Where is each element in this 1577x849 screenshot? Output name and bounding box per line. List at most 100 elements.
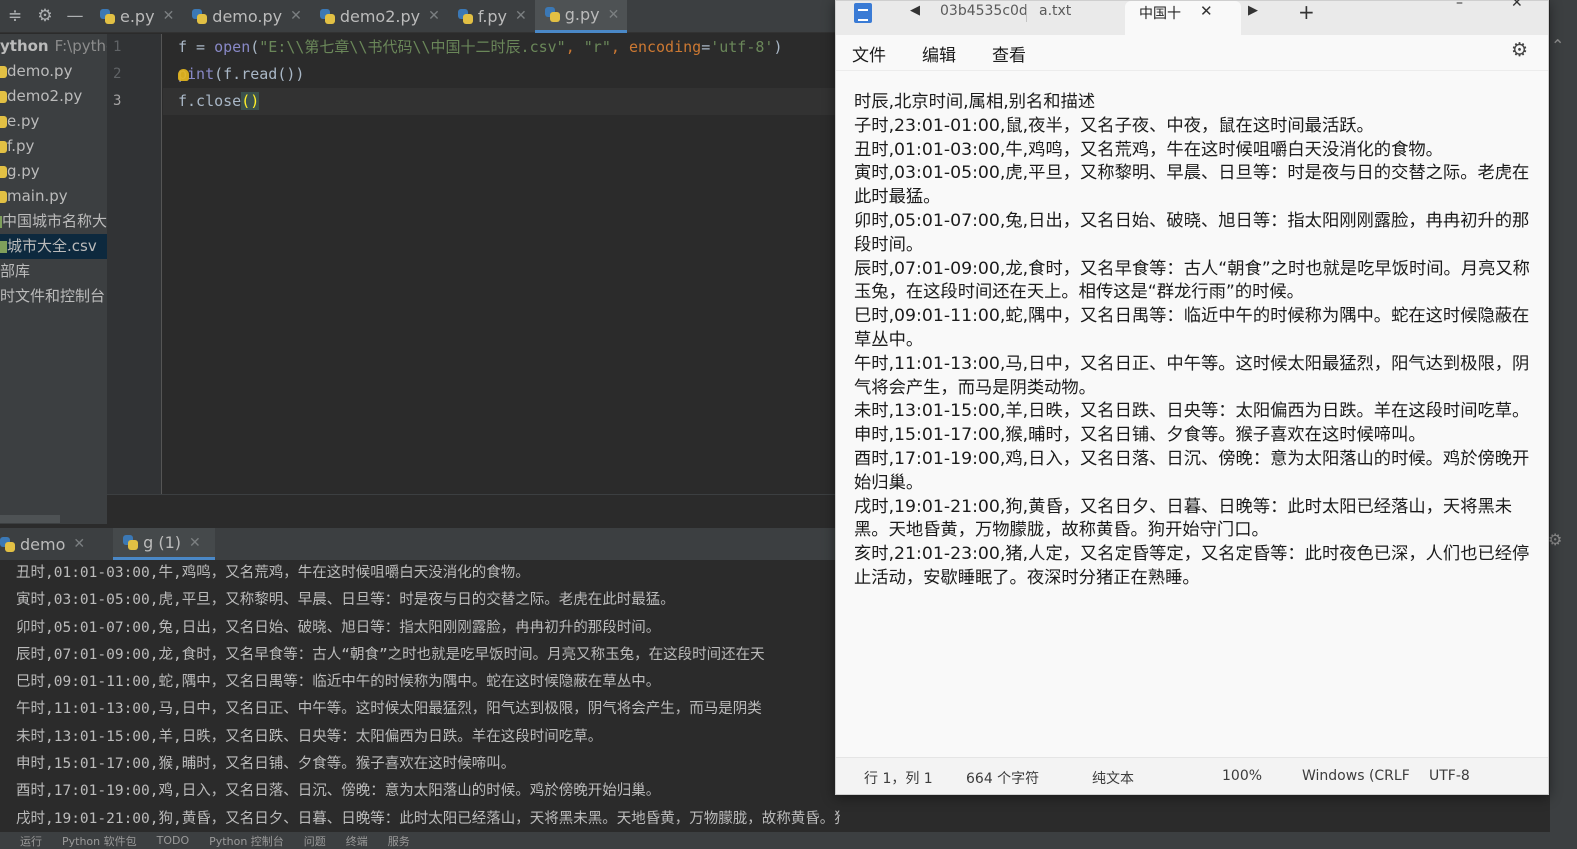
project-file-city-csv[interactable]: 城市大全.csv [0,234,107,259]
notepad-window: ◀ 03b4535c0d a.txt 中国十 ✕ ▶ + – ✕ 文件 编辑 查… [835,0,1549,795]
text-line: 寅时,03:01-05:00,虎,平旦，又称黎明、早晨、日旦等：时是夜与日的交替… [854,163,1530,208]
code-editor[interactable]: f = open("E:\\第七章\\书代码\\中国十二时辰.csv", "r"… [163,34,840,494]
cursor-position[interactable]: 行 1，列 1 [864,768,933,788]
python-file-icon [0,140,7,153]
tool-run[interactable]: 运行 [20,833,42,849]
notepad-menu-bar: 文件 编辑 查看 ⚙ [836,35,1548,71]
notepad-tab-bar: ◀ 03b4535c0d a.txt 中国十 ✕ ▶ + – ✕ [836,0,1548,35]
tool-python-packages[interactable]: Python 软件包 [62,833,137,849]
python-file-icon [0,190,7,203]
project-file-cities[interactable]: 中国城市名称大 [0,209,107,234]
format-label[interactable]: 纯文本 [1092,768,1134,788]
console-line: 卯时,05:01-07:00,兔,日出，又名日始、破晓、旭日等：指太阳刚刚露脸，… [16,619,661,636]
text-line: 亥时,21:01-23:00,猪,人定，又名定昏等定，又名定昏等：此时夜色已深，… [854,544,1530,588]
right-tool-strip [1550,0,1577,832]
char-count: 664 个字符 [966,771,1040,787]
collapse-icon[interactable]: ≑ [0,0,30,33]
close-icon[interactable]: ✕ [608,7,620,23]
tab-f-py[interactable]: f.py ✕ [448,0,535,33]
run-console[interactable]: 丑时,01:01-03:00,牛,鸡鸣，又名荒鸡，牛在这时候咀嚼白天没消化的食物… [0,560,840,832]
text-line: 午时,11:01-13:00,马,日中，又名日正、中午等。这时候太阳最猛烈，阳气… [854,353,1530,398]
tool-services[interactable]: 服务 [388,833,410,849]
project-file-g[interactable]: g.py [0,159,107,184]
close-icon[interactable]: ✕ [290,8,302,24]
code-line[interactable]: f = open("E:\\第七章\\书代码\\中国十二时辰.csv", "r"… [163,34,840,61]
line-ending[interactable]: Windows (CRLF [1302,768,1410,784]
tab-separator [1026,4,1027,22]
close-window-icon[interactable]: ✕ [1511,0,1523,11]
tab-demo2-py[interactable]: demo2.py ✕ [310,0,448,33]
project-external-libs[interactable]: 部库 [0,259,107,284]
text-line: 戌时,19:01-21:00,狗,黄昏，又名日夕、日暮、日晚等：此时太阳已经落山… [854,496,1513,541]
line-number: 3 [113,93,122,109]
project-file-demo[interactable]: demo.py [0,59,107,84]
csv-file-icon [0,240,7,253]
settings-gear-icon[interactable]: ⚙ [1511,39,1528,61]
chevron-up-icon[interactable]: ⌃ [1551,36,1564,55]
minimize-icon[interactable]: — [60,0,90,33]
tab-demo-py[interactable]: demo.py ✕ [182,0,310,33]
code-line[interactable]: f.close() [163,88,840,115]
close-icon[interactable]: ✕ [1200,2,1213,20]
python-file-icon [0,536,15,552]
editor-horizontal-scrollbar[interactable] [107,494,840,514]
scroll-tabs-right-icon[interactable]: ▶ [1248,3,1258,18]
encoding[interactable]: UTF-8 [1429,768,1470,784]
lightbulb-icon[interactable] [178,68,190,81]
code-line[interactable]: pint(f.read()) [163,61,840,88]
project-root[interactable]: ythonF:\pytho [0,34,107,59]
python-file-icon [0,65,7,78]
zoom-level[interactable]: 100% [1222,768,1262,784]
menu-view[interactable]: 查看 [992,41,1026,66]
menu-file[interactable]: 文件 [852,41,886,66]
project-file-main[interactable]: main.py [0,184,107,209]
new-tab-icon[interactable]: + [1298,0,1315,24]
pycharm-window: ≑ ⚙ — e.py ✕ demo.py ✕ demo2.py ✕ f.py ✕ g.p… [0,0,1577,849]
close-icon[interactable]: ✕ [189,535,201,551]
console-line: 辰时,07:01-09:00,龙,食时，又名早食等：古人“朝食”之时也就是吃早饭… [16,646,765,663]
python-file-icon [544,7,560,22]
notepad-tab[interactable]: a.txt [1039,3,1071,19]
notepad-tab[interactable]: 03b4535c0d [940,3,1028,19]
close-icon[interactable]: ✕ [428,8,440,24]
minimize-window-icon[interactable]: – [1456,0,1463,11]
scroll-tabs-left-icon[interactable]: ◀ [910,3,920,18]
notepad-text-area[interactable]: 时辰,北京时间,属相,别名和描述 子时,23:01-01:00,鼠,夜半，又名子… [854,91,1544,591]
text-line: 卯时,05:01-07:00,兔,日出，又名日始、破晓、旭日等：指太阳刚刚露脸，… [854,210,1530,255]
line-number: 2 [113,66,122,82]
python-file-icon [123,535,139,550]
tab-e-py[interactable]: e.py ✕ [90,0,182,33]
console-line: 申时,15:01-17:00,猴,晡时，又名日铺、夕食等。猴子喜欢在这时候啼叫。 [16,756,516,773]
tool-python-console[interactable]: Python 控制台 [209,833,284,849]
text-line: 子时,23:01-01:00,鼠,夜半，又名子夜、中夜，鼠在这时间最活跃。 [854,115,1374,136]
menu-edit[interactable]: 编辑 [922,41,956,66]
close-icon[interactable]: ✕ [73,536,85,552]
python-file-icon [100,8,115,24]
tool-todo[interactable]: TODO [157,834,190,847]
project-panel: ythonF:\pytho demo.py demo2.py e.py f.py… [0,34,107,524]
notepad-active-tab[interactable]: 中国十 ✕ [1125,1,1241,35]
gear-icon[interactable]: ⚙ [30,0,60,33]
console-line: 寅时,03:01-05:00,虎,平旦，又称黎明、早晨、日旦等：时是夜与日的交替… [16,592,675,609]
close-icon[interactable]: ✕ [163,8,175,24]
project-file-demo2[interactable]: demo2.py [0,84,107,109]
tool-terminal[interactable]: 终端 [346,833,368,849]
python-file-icon [0,90,7,103]
tool-problems[interactable]: 问题 [304,833,326,849]
project-scratches[interactable]: 时文件和控制台 [0,284,107,309]
close-icon[interactable]: ✕ [515,8,527,24]
text-line: 酉时,17:01-19:00,鸡,日入，又名日落、日沉、傍晚：意为太阳落山的时候… [854,448,1530,493]
project-file-f[interactable]: f.py [0,134,107,159]
console-line: 午时,11:01-13:00,马,日中，又名日正、中午等。这时候太阳最猛烈，阳气… [16,701,762,718]
console-line: 未时,13:01-15:00,羊,日昳，又名日跌、日央等：太阳偏西为日跌。羊在这… [16,728,603,745]
text-line: 巳时,09:01-11:00,蛇,隅中，又名日禺等：临近中午的时候称为隅中。蛇在… [854,306,1530,350]
console-line: 丑时,01:01-03:00,牛,鸡鸣，又名荒鸡，牛在这时候咀嚼白天没消化的食物… [16,565,530,581]
project-file-e[interactable]: e.py [0,109,107,134]
scrollbar-thumb[interactable] [0,515,60,523]
run-tab-demo[interactable]: demo ✕ [0,528,99,560]
bottom-tool-bar: 运行 Python 软件包 TODO Python 控制台 问题 终端 服务 [0,832,1577,849]
tab-g-py[interactable]: g.py ✕ [534,0,628,33]
run-tab-g[interactable]: g (1) ✕ [113,528,215,560]
gear-icon[interactable]: ⚙ [1548,530,1562,549]
run-tab-bar: demo ✕ g (1) ✕ [0,528,840,560]
